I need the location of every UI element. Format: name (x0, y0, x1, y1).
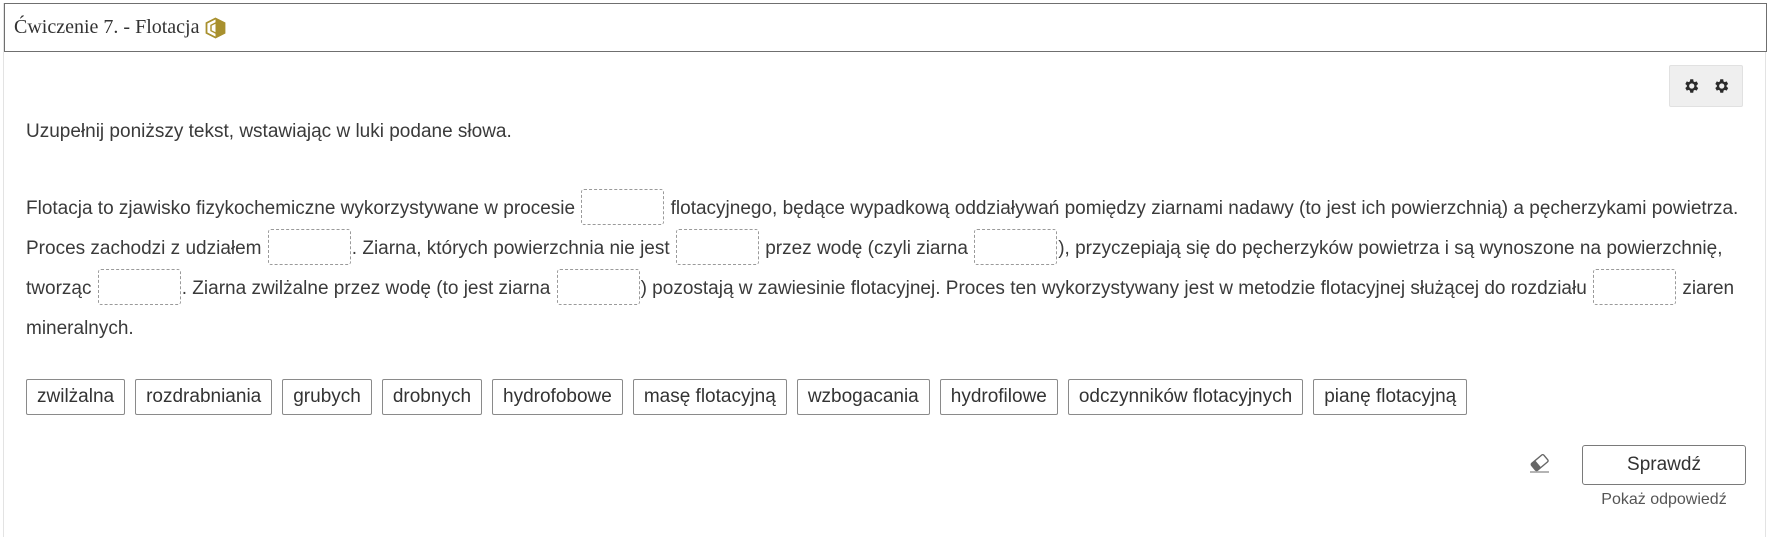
eraser-icon[interactable] (1527, 451, 1553, 475)
draggable-word[interactable]: zwilżalna (26, 379, 126, 415)
drop-gap-5[interactable] (97, 268, 181, 305)
draggable-word[interactable]: drobnych (381, 379, 483, 415)
interactive-badge-icon (205, 16, 226, 39)
show-answer-link[interactable]: Pokaż odpowiedź (1582, 491, 1746, 509)
draggable-word[interactable]: hydrofilowe (939, 379, 1058, 415)
exercise-title: Ćwiczenie 7. - Flotacja (14, 16, 200, 38)
check-button[interactable]: Sprawdź (1582, 445, 1746, 485)
paragraph-text: ) pozostają w zawiesinie flotacyjnej. Pr… (640, 278, 1593, 299)
drop-gap-3[interactable] (675, 228, 759, 265)
gear-icon[interactable] (1709, 74, 1733, 98)
draggable-word[interactable]: grubych (282, 379, 372, 415)
settings-toolbar (1669, 65, 1743, 107)
drop-gap-1[interactable] (581, 188, 665, 225)
drop-gap-6[interactable] (556, 268, 640, 305)
paragraph-text: . Ziarna zwilżalne przez wodę (to jest z… (181, 278, 556, 299)
instruction-text: Uzupełnij poniższy tekst, wstawiając w l… (26, 121, 512, 142)
exercise-header: Ćwiczenie 7. - Flotacja (4, 3, 1767, 52)
draggable-word[interactable]: hydrofobowe (492, 379, 623, 415)
draggable-word[interactable]: wzbogacania (796, 379, 930, 415)
drop-gap-7[interactable] (1593, 268, 1677, 305)
gear-icon[interactable] (1679, 74, 1703, 98)
draggable-word[interactable]: masę flotacyjną (632, 379, 787, 415)
exercise-paragraph: Flotacja to zjawisko fizykochemiczne wyk… (26, 188, 1751, 349)
word-bank: zwilżalna rozdrabniania grubych drobnych… (26, 379, 1468, 415)
drop-gap-4[interactable] (974, 228, 1058, 265)
draggable-word[interactable]: pianę flotacyjną (1313, 379, 1468, 415)
paragraph-text: Flotacja to zjawisko fizykochemiczne wyk… (26, 198, 581, 219)
paragraph-text: przez wodę (czyli ziarna (759, 238, 974, 259)
exercise-panel: Ćwiczenie 7. - Flotacja Uzupełnij poniżs… (3, 3, 1767, 537)
paragraph-text: . Ziarna, których powierzchnia nie jest (351, 238, 675, 259)
draggable-word[interactable]: odczynników flotacyjnych (1067, 379, 1304, 415)
draggable-word[interactable]: rozdrabniania (135, 379, 273, 415)
drop-gap-2[interactable] (267, 228, 351, 265)
